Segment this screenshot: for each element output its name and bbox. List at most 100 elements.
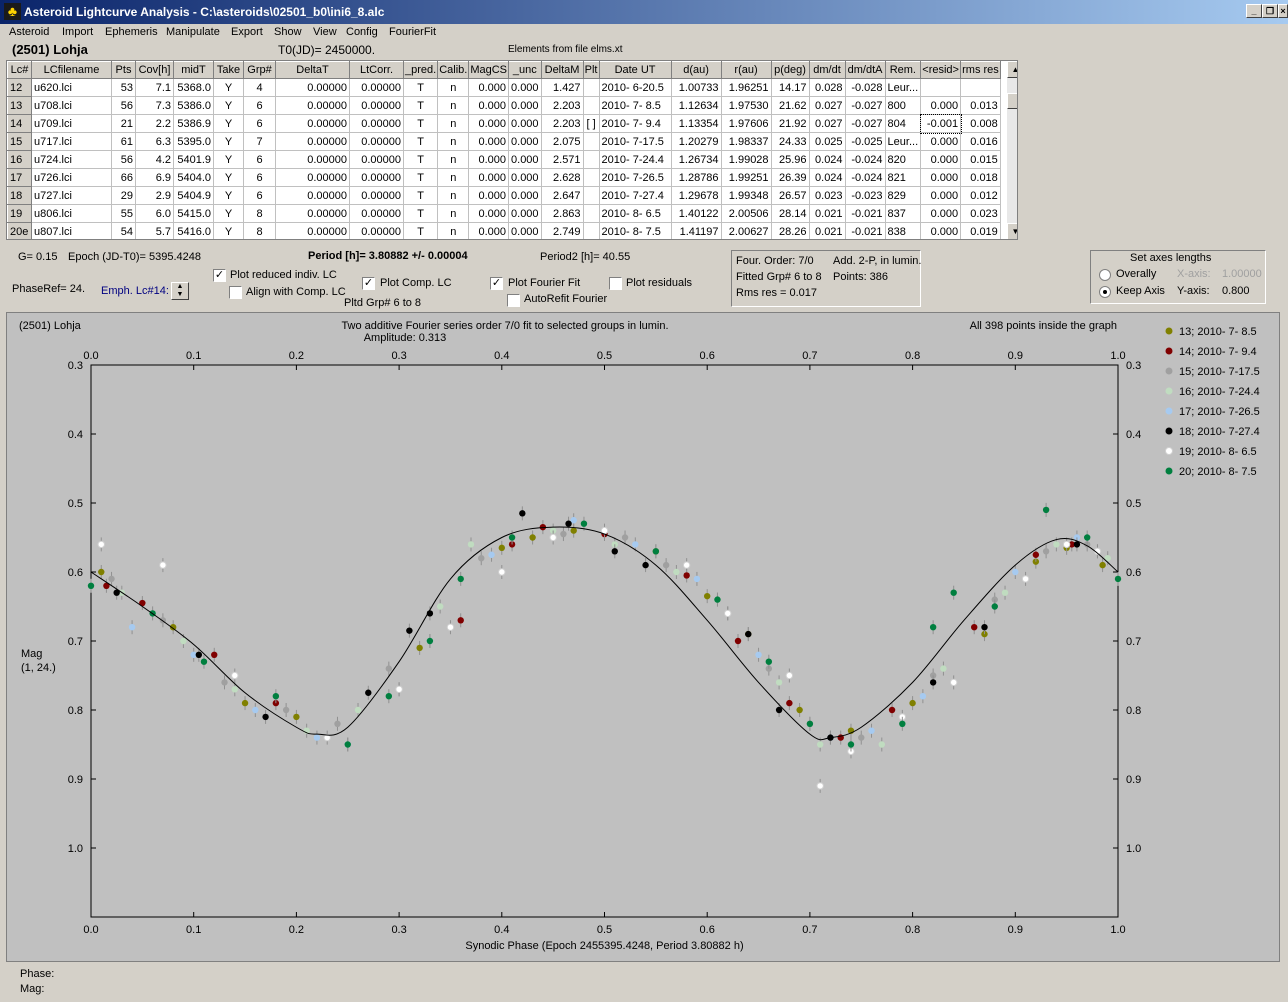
column-header[interactable]: _unc <box>508 61 542 79</box>
column-header[interactable]: MagCS <box>468 61 510 79</box>
column-header[interactable]: LtCorr. <box>349 61 404 79</box>
plot-fourier-checkbox[interactable]: ✓ <box>490 277 503 290</box>
data-point <box>457 575 464 583</box>
overally-radio[interactable] <box>1099 269 1111 281</box>
table-scrollbar[interactable]: ▲ ▼ <box>1007 61 1017 239</box>
column-header[interactable]: LCfilename <box>31 61 112 79</box>
table-row[interactable]: 16 u724.lci 56 4.2 5401.9 Y 6 0.00000 0.00000 Tn 0… <box>7 150 1001 169</box>
row-header[interactable]: 16 <box>7 150 32 169</box>
menu-ephemeris[interactable]: Ephemeris <box>105 26 158 38</box>
menu-view[interactable]: View <box>313 26 337 38</box>
row-header[interactable]: 19 <box>7 204 32 223</box>
emph-spinner[interactable]: ▲ ▼ <box>171 282 189 300</box>
keep-axis-radio[interactable] <box>1099 286 1111 298</box>
data-point <box>611 548 618 555</box>
table-cell: Y <box>213 150 244 169</box>
table-cell <box>583 132 600 151</box>
column-header[interactable]: DeltaM <box>540 61 584 79</box>
column-header[interactable]: midT <box>173 61 214 79</box>
column-header[interactable]: _pred. <box>402 61 439 79</box>
plot-reduced-checkbox[interactable]: ✓ <box>213 269 226 282</box>
lightcurve-chart[interactable]: (2501) Lohja Two additive Fourier series … <box>7 313 1279 961</box>
menu-asteroid[interactable]: Asteroid <box>9 26 49 38</box>
row-header[interactable]: 15 <box>7 132 32 151</box>
menu-manipulate[interactable]: Manipulate <box>166 26 220 38</box>
phaseref-value: PhaseRef= 24. <box>12 283 86 295</box>
legend-marker <box>1165 427 1173 435</box>
table-cell <box>583 150 600 169</box>
menu-show[interactable]: Show <box>274 26 302 38</box>
y-tick-label: 0.6 <box>68 567 83 579</box>
data-point <box>847 741 855 748</box>
column-header[interactable]: dm/dtA <box>844 61 886 79</box>
column-header[interactable]: Lc# <box>7 61 32 79</box>
data-point <box>180 637 187 645</box>
column-header[interactable]: p(deg) <box>770 61 810 79</box>
table-row[interactable]: 12 u620.lci 53 7.1 5368.0 Y 4 0.00000 0.00000 Tn 0… <box>7 78 1001 97</box>
column-header[interactable]: dm/dt <box>808 61 846 79</box>
column-header[interactable]: Rem. <box>884 61 922 79</box>
table-row[interactable]: 13 u708.lci 56 7.3 5386.0 Y 6 0.00000 0.00000 Tn 0… <box>7 96 1001 115</box>
x-tick-label: 0.2 <box>289 924 304 936</box>
row-header[interactable]: 20e <box>7 222 32 239</box>
scroll-up-icon[interactable]: ▲ <box>1007 61 1017 78</box>
column-header[interactable]: <resid> <box>920 61 962 79</box>
period-value: Period [h]= 3.80882 +/- 0.00004 <box>308 250 468 262</box>
y-tick-label-right: 1.0 <box>1126 843 1141 855</box>
table-cell: u709.lci <box>31 114 112 133</box>
autorefit-checkbox[interactable] <box>507 294 520 307</box>
align-comp-label: Align with Comp. LC <box>246 286 346 298</box>
table-cell: 1.99028 <box>721 150 772 169</box>
table-cell: 0.00000 <box>349 204 404 223</box>
table-cell: 0.018 <box>960 168 1001 187</box>
table-cell: 0.000 <box>920 186 962 205</box>
table-cell: 0.021 <box>809 204 846 223</box>
column-header[interactable]: rms res <box>960 61 1001 79</box>
table-row[interactable]: 20e u807.lci 54 5.7 5416.0 Y 8 0.00000 0.00000 Tn… <box>7 222 1001 239</box>
row-header[interactable]: 14 <box>7 114 32 133</box>
minimize-button[interactable]: _ <box>1246 4 1262 18</box>
plot-residuals-checkbox[interactable] <box>609 277 622 290</box>
row-header[interactable]: 12 <box>7 78 32 97</box>
row-header[interactable]: 17 <box>7 168 32 187</box>
column-header[interactable]: r(au) <box>720 61 772 79</box>
table-cell: n <box>437 96 470 115</box>
data-point <box>1032 551 1040 558</box>
table-row[interactable]: 18 u727.lci 29 2.9 5404.9 Y 6 0.00000 0.00000 Tn 0… <box>7 186 1001 205</box>
table-row[interactable]: 15 u717.lci 61 6.3 5395.0 Y 7 0.00000 0.00000 Tn 0… <box>7 132 1001 151</box>
column-header[interactable]: Calib. <box>437 61 470 79</box>
column-header[interactable]: DeltaT <box>275 61 350 79</box>
emph-lc-label: Emph. Lc#14: <box>101 285 169 297</box>
table-cell: u807.lci <box>31 222 112 239</box>
menu-import[interactable]: Import <box>62 26 93 38</box>
table-row[interactable]: 17 u726.lci 66 6.9 5404.0 Y 6 0.00000 0.00000 Tn 0… <box>7 168 1001 187</box>
column-header[interactable]: d(au) <box>670 61 722 79</box>
row-header[interactable]: 18 <box>7 186 32 205</box>
menu-fourierfit[interactable]: FourierFit <box>389 26 436 38</box>
column-header[interactable]: Cov[h] <box>135 61 174 79</box>
scroll-down-icon[interactable]: ▼ <box>1007 223 1017 239</box>
close-button[interactable]: × <box>1278 4 1288 18</box>
menu-export[interactable]: Export <box>231 26 263 38</box>
restore-button[interactable]: ❐ <box>1262 4 1278 18</box>
table-cell: u727.lci <box>31 186 112 205</box>
table-row[interactable]: 14 u709.lci 21 2.2 5386.9 Y 6 0.00000 0.00000 Tn 0… <box>7 113 1001 134</box>
table-cell: 1.00733 <box>671 78 722 97</box>
x-axis-label: Synodic Phase (Epoch 2455395.4248, Perio… <box>465 940 743 952</box>
lightcurve-plot-panel[interactable]: (2501) Lohja Two additive Fourier series … <box>6 312 1280 962</box>
table-row[interactable]: 19 u806.lci 55 6.0 5415.0 Y 8 0.00000 0.00000 Tn 0… <box>7 204 1001 223</box>
column-header[interactable]: Pts <box>111 61 136 79</box>
row-header[interactable]: 13 <box>7 96 32 115</box>
column-header[interactable]: Date UT <box>598 61 672 79</box>
xaxis-value[interactable]: 1.00000 <box>1222 268 1262 280</box>
yaxis-value[interactable]: 0.800 <box>1222 285 1250 297</box>
column-header[interactable]: Take <box>213 61 244 79</box>
table-cell: 61 <box>111 132 136 151</box>
menu-config[interactable]: Config <box>346 26 378 38</box>
x-tick-label: 0.0 <box>83 924 98 936</box>
column-header[interactable]: Grp# <box>243 61 276 79</box>
align-comp-checkbox[interactable] <box>229 286 242 299</box>
scroll-thumb[interactable] <box>1007 93 1017 109</box>
column-header[interactable]: Plt <box>582 61 600 79</box>
plot-comp-checkbox[interactable]: ✓ <box>362 277 375 290</box>
